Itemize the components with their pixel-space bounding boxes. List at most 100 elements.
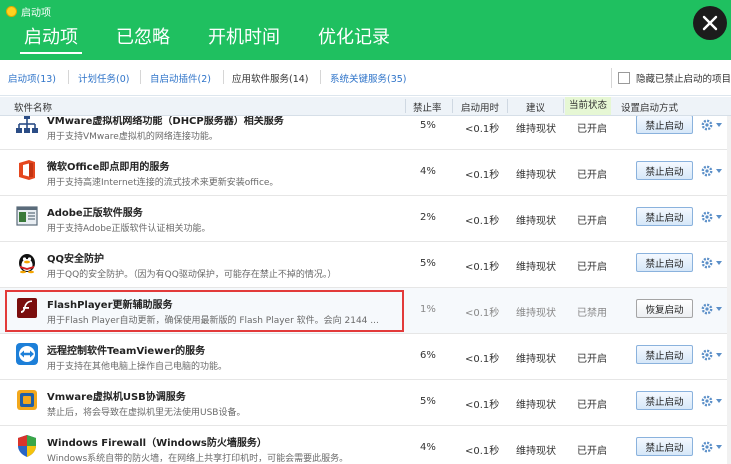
filter-divider [68, 70, 69, 84]
list-item[interactable]: 远程控制软件TeamViewer的服务 用于支持在其他电脑上操作自己电脑的功能。… [0, 334, 731, 380]
gear-icon [701, 441, 713, 453]
item-description: 用于Flash Player自动更新，确保使用最新版的 Flash Player… [47, 316, 379, 326]
settings-dropdown[interactable] [700, 255, 722, 271]
item-disable-rate: 1% [420, 304, 436, 315]
list-item[interactable]: QQ安全防护 用于QQ的安全防护。（因为有QQ驱动保护，可能存在禁止不掉的情况。… [0, 242, 731, 288]
settings-dropdown[interactable] [700, 301, 722, 317]
item-description: 用于QQ的安全防护。（因为有QQ驱动保护，可能存在禁止不掉的情况。） [47, 270, 337, 280]
main-tabs: 启动项 已忽略 开机时间 优化记录 [14, 22, 418, 54]
item-description: 用于支持Adobe正版软件认证相关功能。 [47, 224, 211, 234]
item-description: 用于支持高速Internet连接的流式技术来更新安装office。 [47, 178, 279, 188]
item-disable-rate: 2% [420, 212, 436, 223]
tab-ignored[interactable]: 已忽略 [106, 22, 180, 54]
hide-disabled-checkbox[interactable] [617, 72, 630, 84]
item-disable-rate: 4% [420, 166, 436, 177]
adobe-window-icon [16, 206, 38, 226]
item-advice: 维持现状 [516, 400, 556, 411]
windows-shield-icon [18, 435, 36, 457]
item-boot-time: <0.1秒 [465, 124, 500, 135]
column-rate[interactable]: 禁止率 [413, 100, 442, 114]
item-disable-rate: 5% [420, 120, 436, 131]
item-boot-time: <0.1秒 [465, 170, 500, 181]
column-action: 设置启动方式 [621, 103, 679, 114]
gear-icon [701, 211, 713, 223]
chevron-down-icon [716, 307, 722, 311]
tab-boot-time[interactable]: 开机时间 [198, 22, 290, 54]
list-item[interactable]: VMware虚拟机网络功能（DHCP服务器）相关服务 用于支持VMware虚拟机… [0, 116, 731, 150]
item-boot-time: <0.1秒 [465, 400, 500, 411]
item-name: FlashPlayer更新辅助服务 [47, 300, 173, 311]
item-boot-time: <0.1秒 [465, 216, 500, 227]
item-disable-rate: 6% [420, 350, 436, 361]
list-item[interactable]: Vmware虚拟机USB协调服务 禁止后，将会导致在虚拟机里无法使用USB设备。… [0, 380, 731, 426]
settings-dropdown[interactable] [700, 439, 722, 455]
item-boot-time: <0.1秒 [465, 308, 500, 319]
settings-dropdown[interactable] [700, 163, 722, 179]
window-title: 启动项 [21, 7, 51, 19]
item-boot-time: <0.1秒 [465, 354, 500, 365]
flash-player-icon [17, 298, 37, 318]
disable-startup-button[interactable]: 禁止启动 [636, 391, 693, 410]
settings-dropdown[interactable] [700, 393, 722, 409]
disable-startup-button[interactable]: 禁止启动 [636, 116, 693, 134]
column-time[interactable]: 启动用时 [461, 100, 499, 114]
list-item[interactable]: 微软Office即点即用的服务 用于支持高速Internet连接的流式技术来更新… [0, 150, 731, 196]
item-status: 已开启 [577, 400, 607, 411]
chevron-down-icon [716, 399, 722, 403]
chevron-down-icon [716, 169, 722, 173]
filter-app-services[interactable]: 应用软件服务(14) [232, 71, 309, 85]
filter-divider [140, 70, 141, 84]
tab-optimize-log[interactable]: 优化记录 [308, 22, 400, 54]
column-name[interactable]: 软件名称 [14, 100, 52, 114]
item-advice: 维持现状 [516, 170, 556, 181]
tab-startup[interactable]: 启动项 [14, 22, 88, 54]
item-name: VMware虚拟机网络功能（DHCP服务器）相关服务 [47, 116, 284, 127]
list-item[interactable]: Adobe正版软件服务 用于支持Adobe正版软件认证相关功能。 2% <0.1… [0, 196, 731, 242]
chevron-down-icon [716, 261, 722, 265]
chevron-down-icon [716, 353, 722, 357]
item-status: 已开启 [577, 446, 607, 457]
settings-dropdown[interactable] [700, 117, 722, 133]
app-logo-icon [6, 5, 17, 17]
column-status[interactable]: 当前状态 [565, 97, 612, 115]
scrollbar-track[interactable] [727, 116, 731, 464]
vmware-usb-icon [17, 390, 37, 410]
item-description: 禁止后，将会导致在虚拟机里无法使用USB设备。 [47, 408, 246, 418]
gear-icon [701, 165, 713, 177]
gear-icon [701, 303, 713, 315]
gear-icon [701, 395, 713, 407]
filter-divider [320, 70, 321, 84]
list-item[interactable]: Windows Firewall（Windows防火墙服务） Windows系统… [0, 426, 731, 464]
column-divider [452, 99, 453, 113]
hide-disabled-toggle[interactable]: 隐藏已禁止启动的项目 [610, 68, 731, 88]
item-advice: 维持现状 [516, 216, 556, 227]
item-disable-rate: 5% [420, 258, 436, 269]
settings-dropdown[interactable] [700, 209, 722, 225]
settings-dropdown[interactable] [700, 347, 722, 363]
filter-bar: 启动项(13) 计划任务(0) 自启动插件(2) 应用软件服务(14) 系统关键… [0, 60, 731, 96]
item-advice: 维持现状 [516, 124, 556, 135]
gear-icon [701, 257, 713, 269]
filter-scheduled-tasks[interactable]: 计划任务(0) [78, 71, 129, 85]
disable-startup-button[interactable]: 禁止启动 [636, 161, 693, 180]
filter-startup-items[interactable]: 启动项(13) [8, 71, 56, 85]
close-button[interactable] [693, 6, 727, 40]
disable-startup-button[interactable]: 禁止启动 [636, 437, 693, 456]
filter-system-services[interactable]: 系统关键服务(35) [330, 71, 407, 85]
disable-startup-button[interactable]: 禁止启动 [636, 207, 693, 226]
item-advice: 维持现状 [516, 446, 556, 457]
filter-autostart-plugins[interactable]: 自启动插件(2) [150, 71, 211, 85]
title-bar: 启动项 [6, 4, 51, 19]
item-status: 已开启 [577, 354, 607, 365]
list-item-selected[interactable]: FlashPlayer更新辅助服务 用于Flash Player自动更新，确保使… [0, 288, 731, 334]
disable-startup-button[interactable]: 禁止启动 [636, 253, 693, 272]
chevron-down-icon [716, 445, 722, 449]
gear-icon [701, 119, 713, 131]
close-icon [702, 15, 718, 31]
header-bar: 启动项 启动项 已忽略 开机时间 优化记录 [0, 0, 731, 60]
hide-disabled-label: 隐藏已禁止启动的项目 [635, 74, 731, 85]
restore-startup-button[interactable]: 恢复启动 [636, 299, 693, 318]
column-advice[interactable]: 建议 [526, 100, 545, 114]
disable-startup-button[interactable]: 禁止启动 [636, 345, 693, 364]
teamviewer-icon [16, 343, 38, 365]
